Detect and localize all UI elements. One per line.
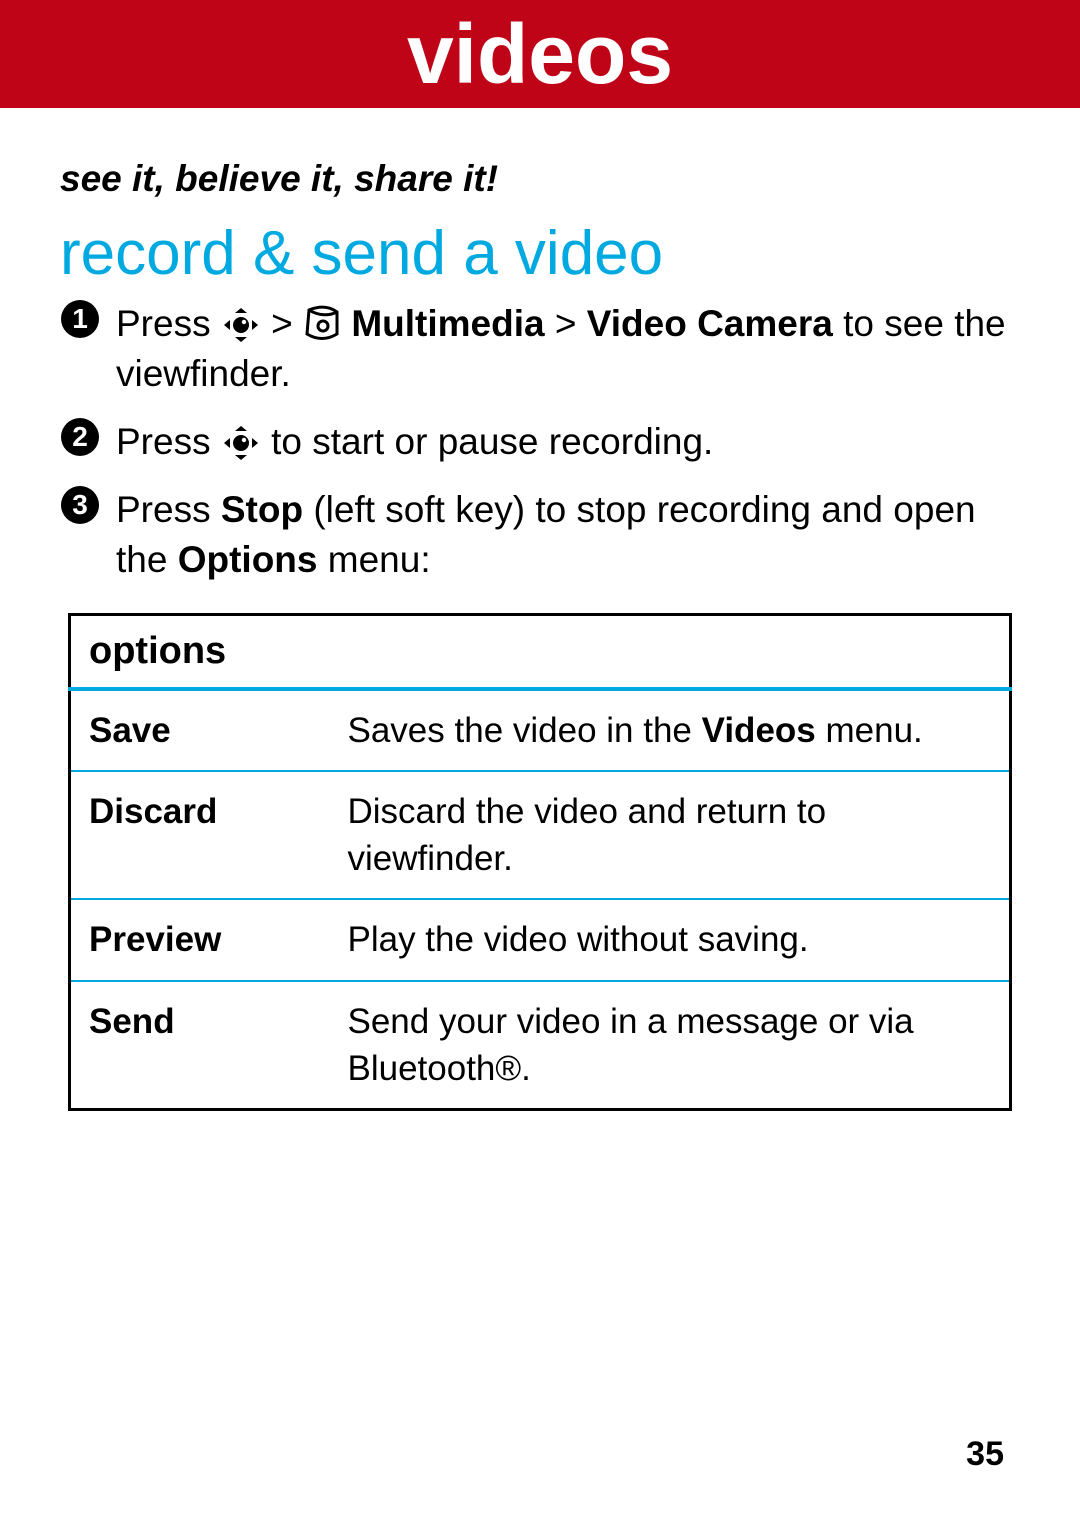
text: menu: xyxy=(328,539,431,580)
page: videos see it, believe it, share it! rec… xyxy=(0,0,1080,1532)
text: > xyxy=(271,303,303,344)
options-header: options xyxy=(70,614,1011,689)
text: Press xyxy=(116,303,221,344)
option-desc: Saves the video in the Videos menu. xyxy=(330,689,1011,771)
softkey-stop: Stop xyxy=(221,489,303,530)
text: Saves the video in the xyxy=(348,711,702,750)
step-2-text: Press to start or pause recording. xyxy=(116,417,1020,467)
option-row: Send Send your video in a message or via… xyxy=(70,981,1011,1110)
text: Discard the video and return to viewfind… xyxy=(348,792,827,878)
svg-text:3: 3 xyxy=(72,489,88,520)
content-area: see it, believe it, share it! record & s… xyxy=(0,108,1080,1111)
section-heading: record & send a video xyxy=(60,218,1020,289)
step-number-1-icon: 1 xyxy=(60,299,116,339)
step-1-text: Press > xyxy=(116,299,1020,399)
text: Press xyxy=(116,421,221,462)
option-name: Preview xyxy=(70,899,330,980)
option-desc: Send your video in a message or via Blue… xyxy=(330,981,1011,1110)
chapter-title: videos xyxy=(407,6,673,103)
center-key-icon xyxy=(221,426,261,460)
step-3-text: Press Stop (left soft key) to stop recor… xyxy=(116,485,1020,585)
step-number-3-icon: 3 xyxy=(60,485,116,525)
svg-text:1: 1 xyxy=(72,303,88,334)
option-name: Send xyxy=(70,981,330,1110)
tagline: see it, believe it, share it! xyxy=(60,158,1020,200)
text: to start or pause recording. xyxy=(271,421,713,462)
chapter-banner: videos xyxy=(0,0,1080,108)
option-desc: Discard the video and return to viewfind… xyxy=(330,771,1011,900)
option-row: Preview Play the video without saving. xyxy=(70,899,1011,980)
option-row: Save Saves the video in the Videos menu. xyxy=(70,689,1011,771)
text: Play the video without saving. xyxy=(348,920,809,959)
option-desc: Play the video without saving. xyxy=(330,899,1011,980)
options-header-row: options xyxy=(70,614,1011,689)
step-3: 3 Press Stop (left soft key) to stop rec… xyxy=(60,485,1020,585)
page-number: 35 xyxy=(966,1435,1004,1474)
step-2: 2 Press to start or pa xyxy=(60,417,1020,467)
text: Press xyxy=(116,489,221,530)
menu-video-camera: Video Camera xyxy=(587,303,833,344)
options-table: options Save Saves the video in the Vide… xyxy=(68,613,1012,1112)
text: Send your video in a message or via Blue… xyxy=(348,1002,914,1088)
text: menu. xyxy=(816,711,923,750)
menu-options: Options xyxy=(178,539,318,580)
multimedia-icon xyxy=(303,304,341,342)
center-key-icon xyxy=(221,308,261,342)
step-1: 1 Press > xyxy=(60,299,1020,399)
menu-multimedia: Multimedia xyxy=(351,303,544,344)
option-name: Save xyxy=(70,689,330,771)
option-row: Discard Discard the video and return to … xyxy=(70,771,1011,900)
steps-list: 1 Press > xyxy=(60,299,1020,585)
step-number-2-icon: 2 xyxy=(60,417,116,457)
svg-text:2: 2 xyxy=(72,421,88,452)
text-bold: Videos xyxy=(702,711,816,750)
option-name: Discard xyxy=(70,771,330,900)
text: > xyxy=(555,303,587,344)
